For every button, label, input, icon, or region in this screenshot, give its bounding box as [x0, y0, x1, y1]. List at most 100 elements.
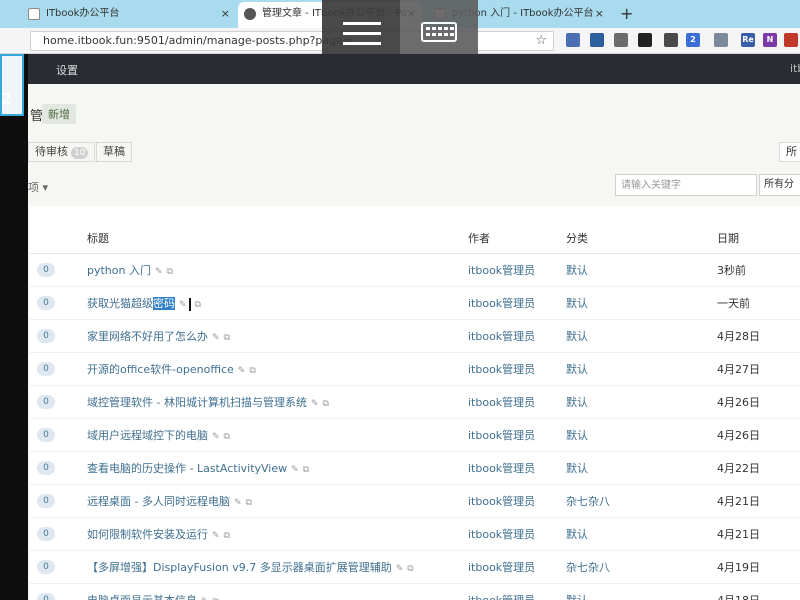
comment-count-badge[interactable]: 0 — [37, 527, 55, 541]
post-author[interactable]: itbook管理员 — [468, 592, 535, 600]
external-link-icon[interactable]: ⧉ — [224, 333, 230, 343]
post-author[interactable]: itbook管理员 — [468, 427, 535, 443]
comment-count-badge[interactable]: 0 — [37, 560, 55, 574]
post-title-link[interactable]: 电脑桌面显示基本信息✎⧉ — [87, 592, 219, 600]
gear-icon[interactable] — [664, 33, 678, 47]
post-category[interactable]: 默认 — [566, 460, 588, 476]
post-title-text: python 入门 — [87, 264, 151, 277]
grid-icon[interactable] — [784, 33, 798, 47]
post-date: 4月18日 — [717, 592, 760, 600]
external-link-icon[interactable]: ⧉ — [323, 399, 329, 409]
category-select[interactable]: 所有分 — [759, 174, 800, 196]
filter-draft[interactable]: 草稿 — [96, 142, 132, 162]
external-link-icon[interactable]: ⧉ — [167, 267, 173, 277]
edit-icon[interactable]: ✎ — [291, 465, 299, 475]
post-title-link[interactable]: 获取光猫超级密码 ✎ ⧉ — [87, 295, 201, 311]
add-post-button[interactable]: 新增 — [42, 104, 76, 124]
post-category[interactable]: 默认 — [566, 592, 588, 600]
post-author[interactable]: itbook管理员 — [468, 262, 535, 278]
post-author[interactable]: itbook管理员 — [468, 493, 535, 509]
nav-settings[interactable]: 设置 — [56, 62, 78, 78]
browser-tab-itbook[interactable]: ITbook办公平台 × — [22, 2, 236, 28]
search-input[interactable] — [615, 174, 757, 196]
comment-count-badge[interactable]: 0 — [37, 494, 55, 508]
post-author[interactable]: itbook管理员 — [468, 559, 535, 575]
post-category[interactable]: 杂七杂八 — [566, 493, 610, 509]
new-tab-button[interactable]: + — [620, 2, 633, 26]
post-title-link[interactable]: 家里网络不好用了怎么办 ✎ ⧉ — [87, 328, 230, 344]
post-category[interactable]: 默认 — [566, 328, 588, 344]
list-tools: 选中项 ▾ 所有分 — [0, 174, 800, 198]
re-icon[interactable]: Re — [741, 33, 755, 47]
bookmark-icon[interactable] — [590, 33, 604, 47]
comment-count-badge[interactable]: 0 — [37, 428, 55, 442]
camera-icon[interactable] — [638, 33, 652, 47]
post-author[interactable]: itbook管理员 — [468, 394, 535, 410]
post-author[interactable]: itbook管理员 — [468, 526, 535, 542]
header-category: 分类 — [566, 232, 588, 245]
comment-count-badge[interactable]: 0 — [37, 461, 55, 475]
post-title-link[interactable]: 如何限制软件安装及运行 ✎ ⧉ — [87, 526, 230, 542]
post-title-link[interactable]: 【多屏增强】DisplayFusion v9.7 多显示器桌面扩展管理辅助 ✎ ⧉ — [87, 559, 414, 575]
post-category[interactable]: 默认 — [566, 262, 588, 278]
post-category[interactable]: 杂七杂八 — [566, 559, 610, 575]
post-title-text: 如何限制软件安装及运行 — [87, 528, 208, 541]
external-link-icon[interactable]: ⧉ — [224, 531, 230, 541]
comment-count-badge[interactable]: 0 — [37, 296, 55, 310]
filter-author-toggle[interactable]: 所 — [779, 142, 800, 162]
onenote-icon[interactable]: N — [763, 33, 777, 47]
post-author[interactable]: itbook管理员 — [468, 328, 535, 344]
comment-count-badge[interactable]: 0 — [37, 329, 55, 343]
post-title-link[interactable]: 开源的office软件-openoffice ✎ ⧉ — [87, 361, 256, 377]
post-title-link[interactable]: 域用户远程域控下的电脑 ✎ ⧉ — [87, 427, 230, 443]
external-link-icon[interactable]: ⧉ — [224, 432, 230, 442]
post-category[interactable]: 默认 — [566, 427, 588, 443]
post-title-link[interactable]: 域控管理软件 - 林阳城计算机扫描与管理系统 ✎ ⧉ — [87, 394, 329, 410]
filter-pending[interactable]: 待审核 10 — [28, 142, 96, 162]
header-title: 标题 — [87, 232, 109, 245]
comment-count-badge[interactable]: 0 — [37, 593, 55, 600]
edit-icon[interactable]: ✎ — [179, 300, 187, 310]
close-icon[interactable]: × — [221, 2, 230, 26]
external-link-icon[interactable]: ⧉ — [249, 366, 255, 376]
post-title-text: 域控管理软件 - 林阳城计算机扫描与管理系统 — [87, 396, 307, 409]
post-category[interactable]: 默认 — [566, 394, 588, 410]
table-header: 标题 作者 分类 日期 — [30, 206, 800, 254]
edit-icon[interactable]: ✎ — [238, 366, 246, 376]
edit-icon[interactable]: ✎ — [212, 531, 220, 541]
post-title-link[interactable]: 查看电脑的历史操作 - LastActivityView ✎ ⧉ — [87, 460, 309, 476]
edit-icon[interactable]: ✎ — [155, 267, 163, 277]
edit-icon[interactable]: ✎ — [212, 333, 220, 343]
external-link-icon[interactable]: ⧉ — [195, 300, 201, 310]
shield-icon[interactable] — [566, 33, 580, 47]
puzzle-icon[interactable] — [614, 33, 628, 47]
table-row: 0 【多屏增强】DisplayFusion v9.7 多显示器桌面扩展管理辅助 ✎ ⧉… — [30, 551, 800, 584]
post-author[interactable]: itbook管理员 — [468, 460, 535, 476]
edit-icon[interactable]: ✎ — [212, 432, 220, 442]
post-author[interactable]: itbook管理员 — [468, 361, 535, 377]
close-icon[interactable]: × — [595, 2, 604, 26]
badge-icon[interactable]: 2 — [686, 33, 700, 47]
post-category[interactable]: 默认 — [566, 295, 588, 311]
post-author[interactable]: itbook管理员 — [468, 295, 535, 311]
edit-icon[interactable]: ✎ — [396, 564, 404, 574]
comment-count-badge[interactable]: 0 — [37, 362, 55, 376]
post-category[interactable]: 默认 — [566, 526, 588, 542]
post-date: 4月26日 — [717, 429, 760, 442]
edit-icon[interactable]: ✎ — [311, 399, 319, 409]
post-title-link[interactable]: 远程桌面 - 多人同时远程电脑 ✎ ⧉ — [87, 493, 252, 509]
edit-icon[interactable]: ✎ — [234, 498, 242, 508]
post-title-link[interactable]: python 入门 ✎ ⧉ — [87, 262, 173, 278]
lock-icon[interactable] — [714, 33, 728, 47]
post-category[interactable]: 默认 — [566, 361, 588, 377]
bookmark-star-icon[interactable]: ☆ — [535, 33, 547, 48]
external-link-icon[interactable]: ⧉ — [407, 564, 413, 574]
comment-count-badge[interactable]: 0 — [37, 263, 55, 277]
selected-text: 密码 — [153, 297, 175, 310]
external-link-icon[interactable]: ⧉ — [246, 498, 252, 508]
pending-count-badge: 10 — [71, 147, 89, 159]
external-link-icon[interactable]: ⧉ — [303, 465, 309, 475]
admin-top-nav: 设置 itb — [0, 54, 800, 84]
nav-user[interactable]: itb — [790, 62, 800, 75]
comment-count-badge[interactable]: 0 — [37, 395, 55, 409]
